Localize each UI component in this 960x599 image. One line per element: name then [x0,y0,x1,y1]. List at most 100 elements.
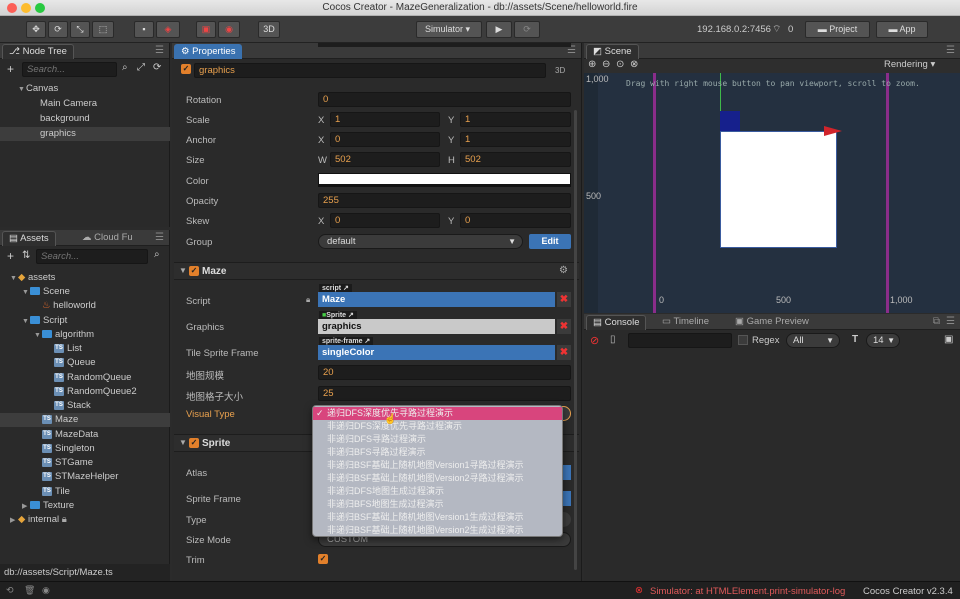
toggle-3d-button[interactable]: 3D [258,21,280,38]
tab-node-tree[interactable]: ⎇ Node Tree [2,44,74,59]
dropdown-option-selected[interactable]: ✓ 递归DFS深度优先寻路过程演示 [313,407,562,420]
opacity-input[interactable]: 255 [318,193,571,208]
dropdown-option[interactable]: 非递归BFS地图生成过程演示 [313,498,562,511]
search-icon[interactable]: ⌕ [122,62,128,73]
add-asset-icon[interactable]: + [7,249,14,263]
tree-item-background[interactable]: background [0,112,170,126]
move-tool-icon[interactable]: ✥ [26,21,46,38]
tree-item-algorithm-folder[interactable]: ▼ algorithm [0,328,94,342]
log-level-select[interactable]: All ▼ [786,333,840,348]
rotation-input[interactable]: 0 [318,92,571,107]
zoom-out-icon[interactable]: ⊖ [602,59,610,70]
expand-arrow-icon[interactable]: ▼ [179,266,187,275]
anchor-y-input[interactable]: 1 [460,132,571,147]
dropdown-option[interactable]: 非递归BFS寻路过程演示 [313,446,562,459]
tree-item-list[interactable]: TS List [0,342,82,356]
dropdown-option[interactable]: 非递归BSF基础上随机地图Version1寻路过程演示 [313,459,562,472]
script-field[interactable]: Maze [318,292,555,307]
maze-enabled-checkbox[interactable]: ✓ [189,266,199,277]
popout-icon[interactable]: ⧉ [933,316,940,327]
sort-icon[interactable]: ⇅ [22,250,30,261]
tree-item-stmazehelper[interactable]: TS STMazeHelper [0,470,118,484]
open-log-icon[interactable]: ▯ [610,334,616,345]
trim-checkbox[interactable]: ✓ [318,554,328,565]
rendering-select[interactable]: Rendering ▾ [884,59,935,70]
asset-search-input[interactable] [36,249,148,264]
scale-x-input[interactable]: 1 [330,112,440,127]
tab-game-preview[interactable]: ▣ Game Preview [729,315,815,330]
group-edit-button[interactable]: Edit [529,234,571,249]
tree-item-mazedata[interactable]: TS MazeData [0,428,98,442]
tree-item-randomqueue2[interactable]: TS RandomQueue2 [0,385,137,399]
dropdown-option[interactable]: 非递归DFS深度优先寻路过程演示 [313,420,562,433]
scene-viewport[interactable]: Drag with right mouse button to pan view… [598,73,960,313]
color-swatch[interactable] [318,173,571,187]
tree-item-internal[interactable]: ▶ ◆ internal 🔒︎ [0,513,67,527]
menu-icon[interactable]: ☰ [155,45,164,56]
menu-icon[interactable]: ☰ [946,316,955,327]
node-active-checkbox[interactable]: ✓ [181,64,191,75]
scale-y-input[interactable]: 1 [460,112,571,127]
rect-tool-icon[interactable]: ⬚ [92,21,114,38]
tree-item-randomqueue[interactable]: TS RandomQueue [0,371,131,385]
map-scale-input[interactable]: 20 [318,365,571,380]
zoom-in-icon[interactable]: ⊕ [588,59,596,70]
zoom-reset-icon[interactable]: ⊗ [630,59,638,70]
scale-tool-icon[interactable]: ⤡ [70,21,90,38]
clear-graphics-icon[interactable]: ✖ [557,319,571,334]
x-axis-gizmo-arrow[interactable] [824,126,842,136]
tab-timeline[interactable]: ▭ Timeline [656,315,715,330]
dropdown-option[interactable]: 非递归BSF基础上随机地图Version2生成过程演示 [313,524,562,536]
console-filter-input[interactable] [628,333,732,348]
tab-properties[interactable]: ⚙ Properties [174,44,243,59]
skew-y-input[interactable]: 0 [460,213,571,228]
eye-icon[interactable]: ◉ [42,585,50,596]
status-error-message[interactable]: Simulator: at HTMLElement.print-simulato… [650,586,845,597]
size-h-input[interactable]: 502 [460,152,571,167]
tree-item-maze[interactable]: TS Maze [0,413,170,427]
tree-item-queue[interactable]: TS Queue [0,356,96,370]
tab-cloud-function[interactable]: ☁ Cloud Fu [76,231,139,246]
sprite-enabled-checkbox[interactable]: ✓ [189,438,199,449]
menu-icon[interactable]: ☰ [946,45,955,56]
node-name-input[interactable]: graphics [194,63,546,78]
node-search-input[interactable] [22,62,117,77]
add-node-icon[interactable]: + [7,62,14,76]
tree-item-canvas[interactable]: ▼Canvas [0,82,170,96]
font-size-select[interactable]: 14 ▼ [866,333,900,348]
expand-arrow-icon[interactable]: ▼ [179,438,187,447]
skew-x-input[interactable]: 0 [330,213,440,228]
tree-item-stgame[interactable]: TS STGame [0,456,93,470]
cell-size-input[interactable]: 25 [318,386,571,401]
snap-icon[interactable]: ▣ [196,21,216,38]
tab-console[interactable]: ▤ Console [586,315,647,330]
tab-scene[interactable]: ◩ Scene [586,44,639,59]
tile-sprite-frame-field[interactable]: singleColor [318,345,555,360]
sync-icon[interactable]: ⟲ [6,585,14,596]
tree-item-assets[interactable]: ▼◆ assets [0,271,55,285]
tab-assets[interactable]: ▤ Assets [2,231,56,246]
app-button[interactable]: ▬ App [876,21,928,38]
dropdown-option[interactable]: 非递归BSF基础上随机地图Version1生成过程演示 [313,511,562,524]
size-w-input[interactable]: 502 [330,152,440,167]
clear-console-icon[interactable]: ⊘ [590,334,599,347]
anchor-x-input[interactable]: 0 [330,132,440,147]
dropdown-option[interactable]: 非递归DFS地图生成过程演示 [313,485,562,498]
tree-item-stack[interactable]: TS Stack [0,399,91,413]
node-3d-toggle[interactable]: 3D [555,66,565,75]
trash-icon[interactable]: 🗑︎ [24,585,35,596]
tree-item-script-folder[interactable]: ▼ Script [0,314,67,328]
project-button[interactable]: ▬ Project [805,21,870,38]
local-global-icon[interactable]: ◈ [156,21,180,38]
tree-item-tile[interactable]: TS Tile [0,485,70,499]
graphics-field[interactable]: graphics [318,319,555,334]
platform-select[interactable]: Simulator ▾ [416,21,482,38]
tree-item-main-camera[interactable]: Main Camera [0,97,170,111]
group-select[interactable]: default ▼ [318,234,523,249]
clear-sprite-frame-icon[interactable]: ✖ [557,345,571,360]
tree-item-singleton[interactable]: TS Singleton [0,442,95,456]
clear-script-icon[interactable]: ✖ [557,292,571,307]
refresh-icon[interactable]: ⟳ [514,21,540,38]
gizmo-icon[interactable]: ◉ [218,21,240,38]
pivot-icon[interactable]: ▪ [134,21,154,38]
